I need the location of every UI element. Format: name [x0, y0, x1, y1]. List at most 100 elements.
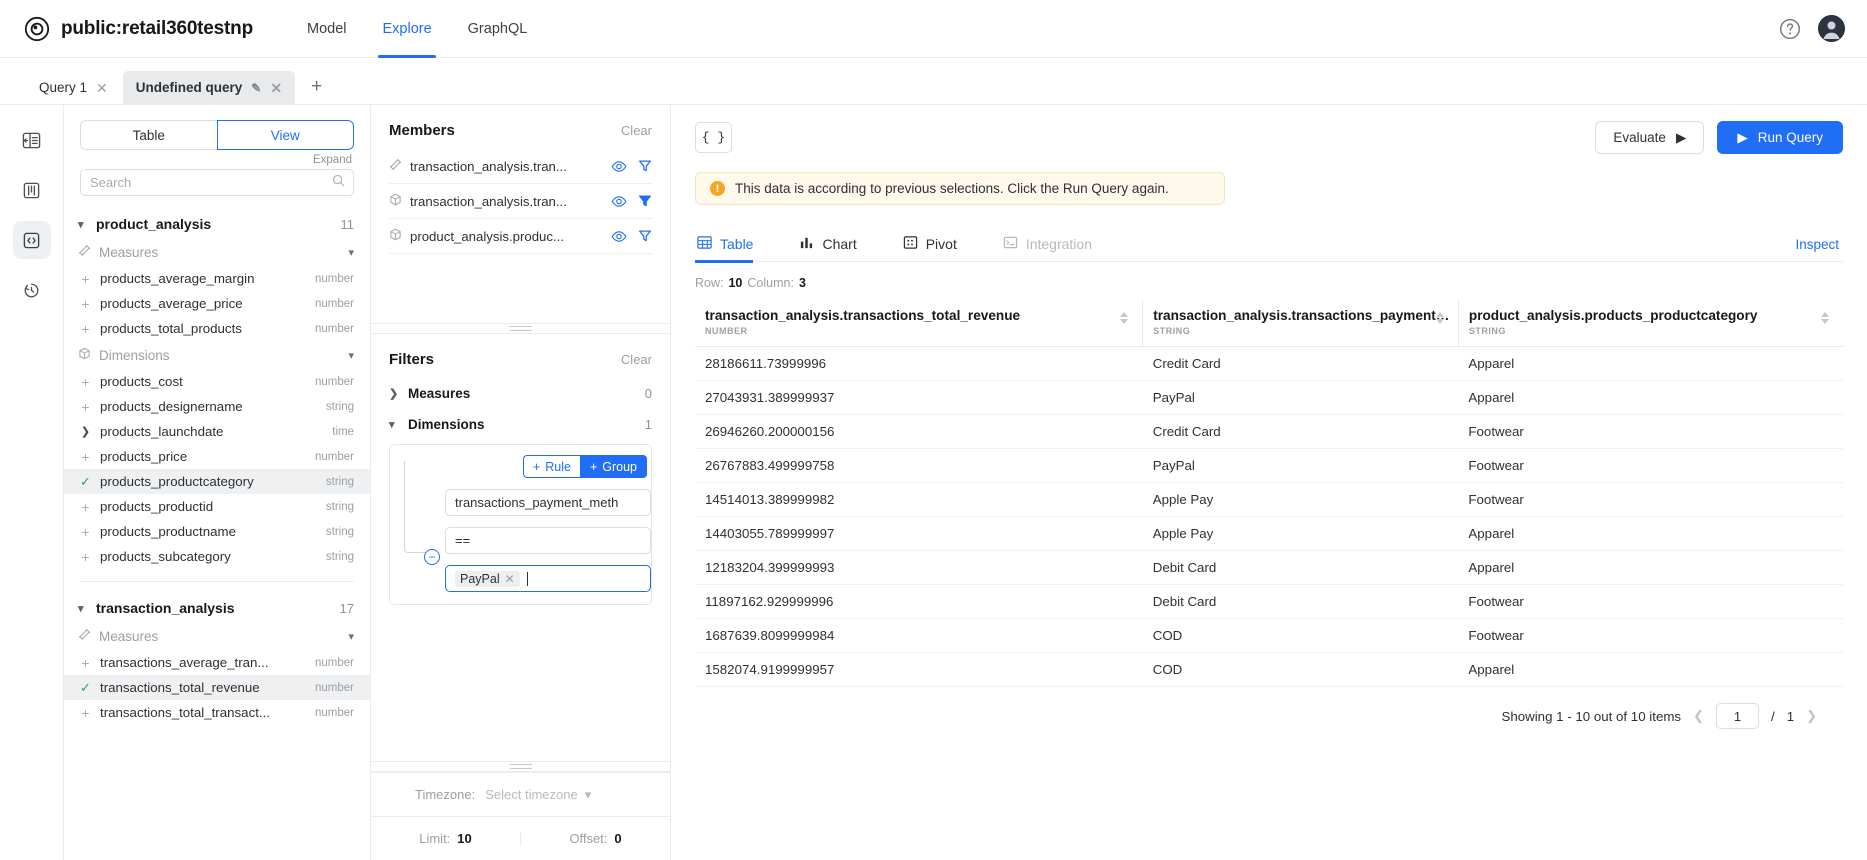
nav-model[interactable]: Model — [289, 0, 365, 58]
member-products-average-price[interactable]: + products_average_price number — [64, 291, 370, 316]
member-products-productcategory[interactable]: ✓ products_productcategory string — [64, 469, 370, 494]
tab-chart[interactable]: Chart — [797, 227, 872, 262]
limit-value[interactable]: 10 — [457, 831, 471, 846]
column-header-revenue[interactable]: transaction_analysis.transactions_total_… — [695, 300, 1143, 347]
member-row[interactable]: transaction_analysis.tran... — [389, 184, 652, 219]
member-products-productname[interactable]: + products_productname string — [64, 519, 370, 544]
expand-link[interactable]: Expand — [64, 150, 370, 169]
member-products-average-margin[interactable]: + products_average_margin number — [64, 266, 370, 291]
member-row[interactable]: transaction_analysis.tran... — [389, 149, 652, 184]
history-icon[interactable] — [13, 271, 51, 309]
inspect-button[interactable]: Inspect — [1795, 237, 1843, 252]
column-header-payment-method[interactable]: transaction_analysis.transactions_paymen… — [1142, 300, 1459, 347]
chevron-down-icon[interactable]: ▾ — [348, 349, 354, 362]
filter-operator-select[interactable]: == — [445, 527, 651, 554]
cube-product-analysis[interactable]: ▾ product_analysis 11 — [64, 210, 370, 238]
filter-rule-card: + Rule + Group − transactions_payment_me… — [389, 444, 652, 605]
filter-value-chip[interactable]: PayPal ✕ — [455, 570, 520, 587]
filters-clear-button[interactable]: Clear — [621, 352, 652, 367]
brand[interactable]: public:retail360testnp — [24, 16, 253, 42]
json-view-button[interactable]: { } — [695, 122, 732, 153]
avatar[interactable] — [1818, 15, 1845, 42]
filter-value-input[interactable]: PayPal ✕ — [445, 565, 651, 592]
member-products-subcategory[interactable]: + products_subcategory string — [64, 544, 370, 569]
cell-productcategory: Apparel — [1458, 516, 1843, 551]
filter-field-select[interactable]: transactions_payment_meth — [445, 489, 651, 516]
run-query-button[interactable]: ▶ Run Query — [1717, 121, 1843, 154]
query-tab-2[interactable]: Undefined query ✎ ✕ — [122, 71, 296, 104]
add-query-tab-button[interactable]: + — [297, 76, 336, 104]
query-tab-2-close-icon[interactable]: ✕ — [270, 81, 282, 95]
query-tab-1[interactable]: Query 1 ✕ — [26, 71, 121, 104]
tab-table[interactable]: Table — [695, 227, 769, 263]
plus-icon: + — [81, 270, 90, 287]
group-measures-transaction[interactable]: Measures ▾ — [64, 622, 370, 650]
sort-icon[interactable] — [1435, 312, 1444, 324]
plus-icon: + — [81, 548, 90, 565]
chevron-right-icon[interactable]: ❯ — [1806, 708, 1817, 724]
member-transactions-total-revenue[interactable]: ✓ transactions_total_revenue number — [64, 675, 370, 700]
edit-pencil-icon[interactable]: ✎ — [251, 81, 261, 95]
toggle-view[interactable]: View — [216, 120, 354, 150]
board-icon[interactable] — [13, 171, 51, 209]
add-rule-button[interactable]: + Rule — [522, 455, 580, 478]
member-transactions-average-transaction[interactable]: + transactions_average_tran... number — [64, 650, 370, 675]
cell-payment-method: COD — [1142, 652, 1459, 687]
nav-explore[interactable]: Explore — [364, 0, 449, 58]
chevron-left-icon[interactable]: ❮ — [1693, 708, 1704, 724]
filter-group-dimensions[interactable]: ▾ Dimensions 1 — [371, 409, 670, 440]
search-input[interactable] — [90, 175, 344, 190]
chevron-down-icon[interactable]: ▾ — [348, 246, 354, 259]
member-products-launchdate[interactable]: ❯ products_launchdate time — [64, 419, 370, 444]
measures-icon — [78, 244, 91, 260]
member-type: string — [325, 550, 354, 563]
pagination-separator: / — [1770, 708, 1775, 724]
member-row[interactable]: product_analysis.produc... — [389, 219, 652, 254]
members-clear-button[interactable]: Clear — [621, 123, 652, 138]
members-resize-handle[interactable] — [371, 323, 670, 334]
filter-group-measures[interactable]: ❯ Measures 0 — [371, 378, 670, 409]
filter-outline-icon[interactable] — [638, 229, 652, 243]
remove-rule-button[interactable]: − — [424, 549, 440, 565]
member-products-cost[interactable]: + products_cost number — [64, 369, 370, 394]
query-tab-1-close-icon[interactable]: ✕ — [96, 81, 108, 95]
chevron-down-icon: ▾ — [78, 218, 84, 231]
group-measures-product[interactable]: Measures ▾ — [64, 238, 370, 266]
top-bar: public:retail360testnp Model Explore Gra… — [0, 0, 1867, 58]
nav-graphql[interactable]: GraphQL — [450, 0, 546, 58]
filters-resize-handle[interactable] — [371, 761, 670, 772]
eye-icon[interactable] — [611, 195, 627, 208]
member-transactions-total-transactions[interactable]: + transactions_total_transact... number — [64, 700, 370, 725]
member-products-productid[interactable]: + products_productid string — [64, 494, 370, 519]
evaluate-button[interactable]: Evaluate ▶ — [1595, 121, 1705, 154]
tab-pivot[interactable]: Pivot — [901, 227, 973, 262]
member-products-price[interactable]: + products_price number — [64, 444, 370, 469]
filter-group-measures-count: 0 — [644, 386, 652, 401]
eye-icon[interactable] — [611, 230, 627, 243]
timezone-select[interactable]: Select timezone ▾ — [485, 787, 591, 803]
member-products-designername[interactable]: + products_designername string — [64, 394, 370, 419]
result-view-tabs: Table Chart Pivot Integration Inspect — [695, 227, 1843, 263]
add-group-button[interactable]: + Group — [579, 455, 647, 478]
page-number-input[interactable]: 1 — [1715, 703, 1759, 729]
chevron-down-icon[interactable]: ▾ — [348, 630, 354, 643]
toggle-table[interactable]: Table — [80, 120, 217, 150]
filter-outline-icon[interactable] — [638, 159, 652, 173]
sort-icon[interactable] — [1120, 312, 1129, 324]
plus-icon: + — [589, 459, 598, 474]
eye-icon[interactable] — [611, 160, 627, 173]
question-circle-icon[interactable] — [1778, 17, 1802, 41]
close-icon[interactable]: ✕ — [505, 572, 515, 586]
member-label: products_price — [100, 449, 188, 464]
sort-icon[interactable] — [1821, 312, 1829, 324]
collapse-panel-icon[interactable] — [13, 121, 51, 159]
cube-transaction-analysis[interactable]: ▾ transaction_analysis 17 — [64, 594, 370, 622]
column-header-productcategory[interactable]: product_analysis.products_productcategor… — [1457, 300, 1843, 347]
code-icon[interactable] — [12, 221, 51, 259]
filter-filled-icon[interactable] — [638, 194, 652, 208]
group-dimensions-product[interactable]: Dimensions ▾ — [64, 341, 370, 369]
offset-value[interactable]: 0 — [614, 831, 621, 846]
member-products-total-products[interactable]: + products_total_products number — [64, 316, 370, 341]
cell-revenue: 14403055.789999997 — [695, 516, 1143, 551]
search-box[interactable] — [80, 169, 354, 196]
